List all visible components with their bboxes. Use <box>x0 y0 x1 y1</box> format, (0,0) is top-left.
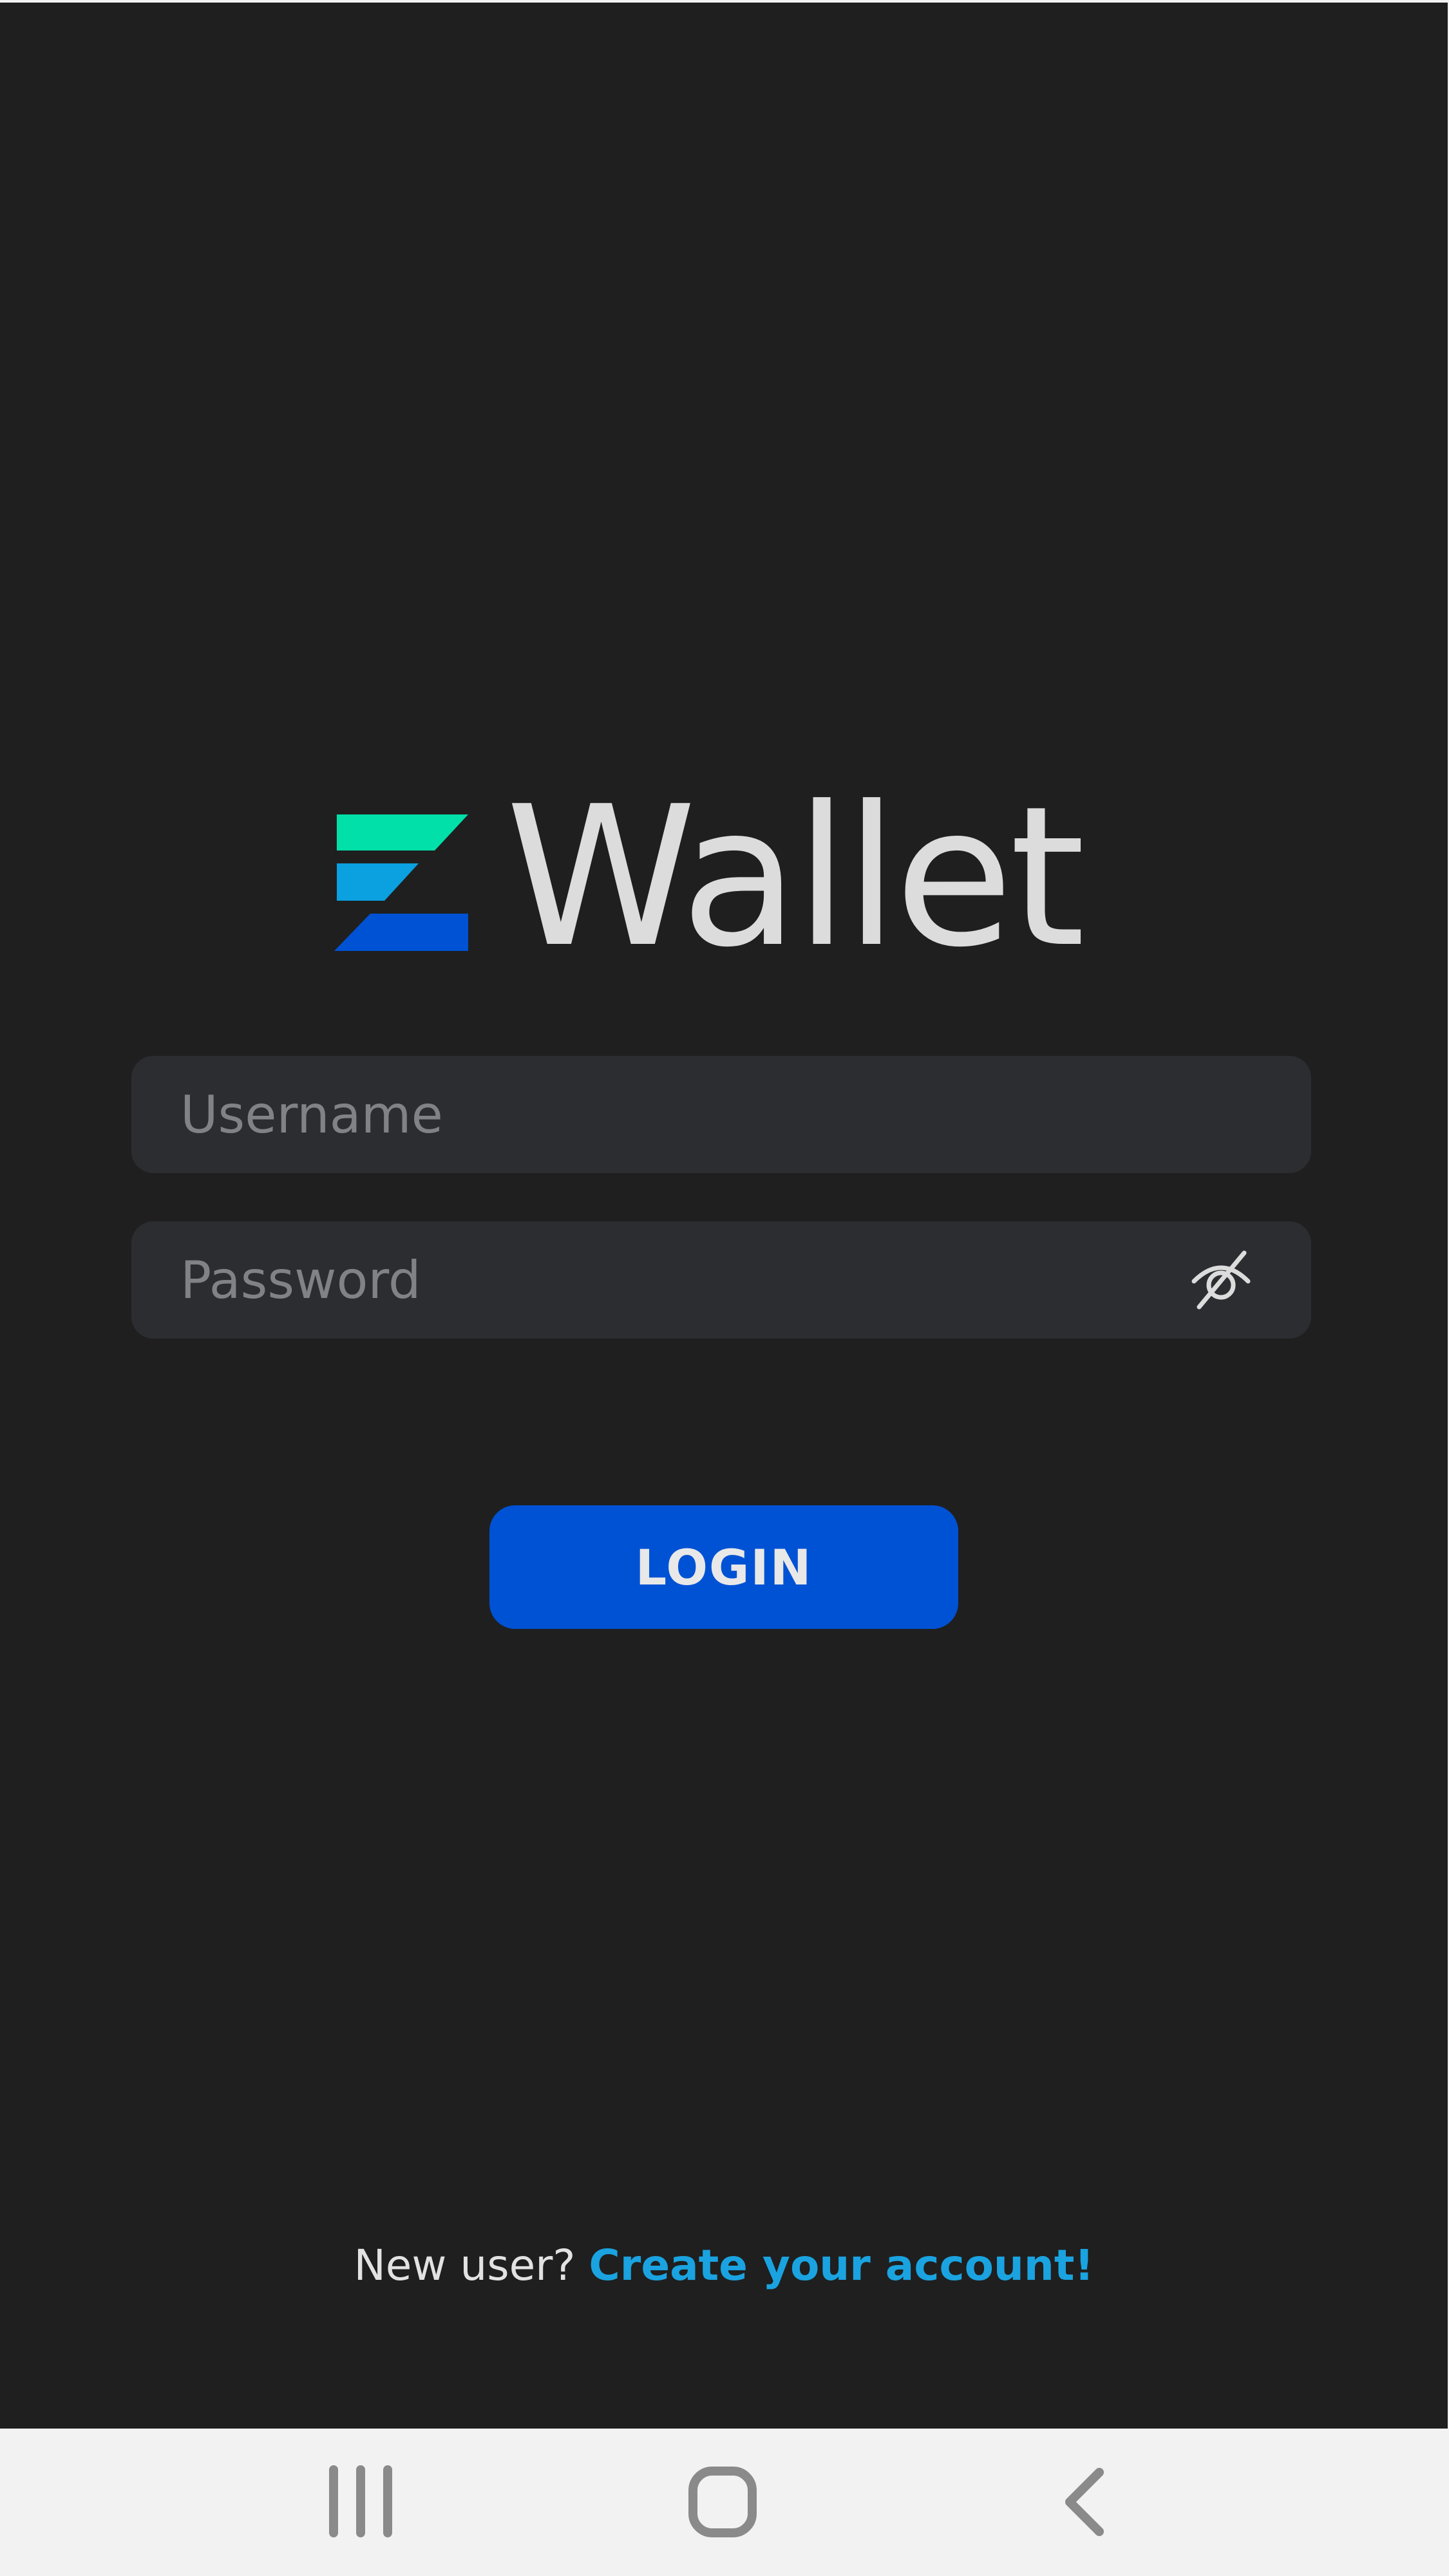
create-account-link[interactable]: Create your account! <box>589 2241 1094 2290</box>
recent-apps-icon <box>329 2465 392 2537</box>
navigation-bar <box>0 2429 1449 2576</box>
username-field[interactable] <box>131 1056 1311 1173</box>
eye-off-icon <box>1191 1250 1251 1310</box>
password-visibility-toggle[interactable] <box>1189 1248 1253 1312</box>
wallet-logo-text: Wallet <box>506 765 1085 990</box>
signup-prompt-text: New user? <box>354 2241 576 2290</box>
home-icon <box>688 2467 757 2537</box>
home-button[interactable] <box>652 2429 793 2576</box>
signup-prompt: New user? Create your account! <box>0 2237 1448 2295</box>
login-button[interactable]: LOGIN <box>489 1505 958 1629</box>
wallet-logo: Wallet <box>332 781 1117 974</box>
password-field[interactable] <box>131 1221 1311 1339</box>
back-button[interactable] <box>1014 2429 1156 2576</box>
password-input[interactable] <box>180 1221 1185 1339</box>
back-icon <box>1065 2468 1104 2536</box>
login-screen: Wallet LOGIN New user? Create your accou… <box>0 0 1448 2429</box>
wallet-logo-mark-icon <box>334 814 468 951</box>
username-input[interactable] <box>180 1056 1185 1173</box>
phone-screen: Wallet LOGIN New user? Create your accou… <box>0 0 1449 2576</box>
recent-apps-button[interactable] <box>290 2429 431 2576</box>
